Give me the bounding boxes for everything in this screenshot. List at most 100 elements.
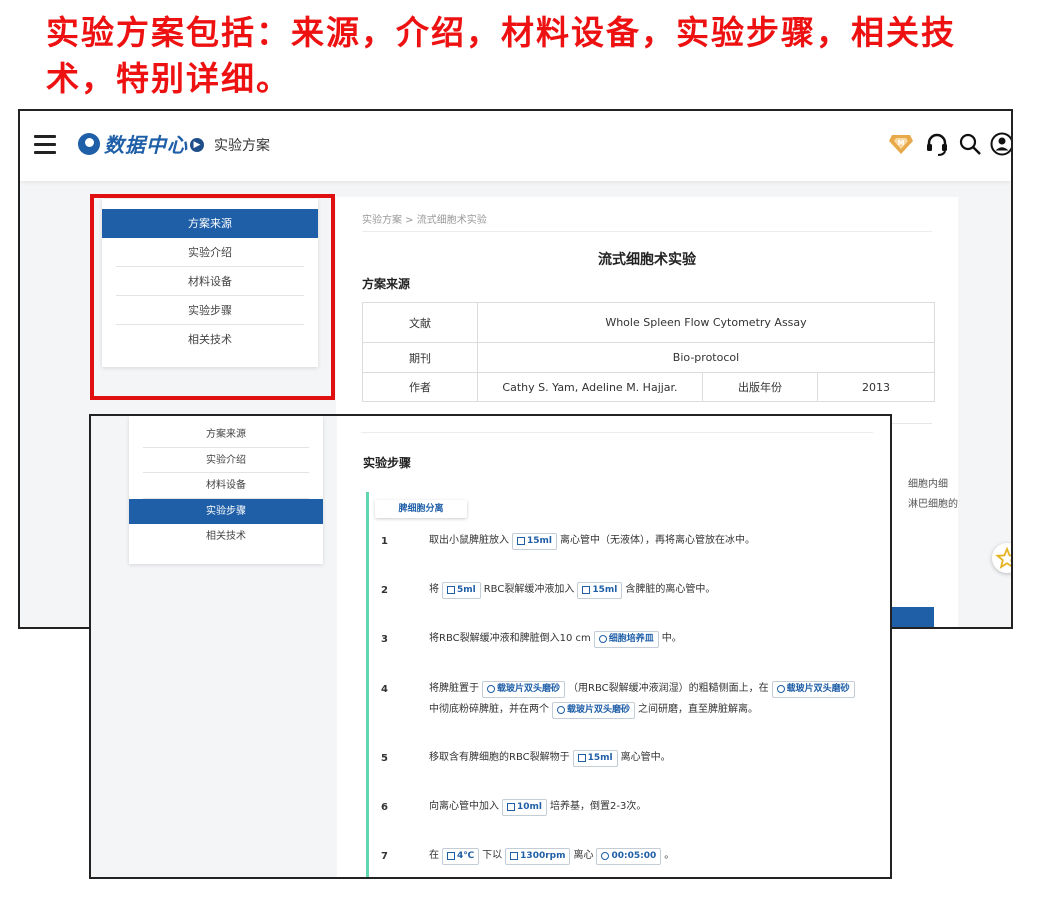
faded-text: 细胞内细 [908, 479, 948, 490]
screenshot-steps-page: 方案来源 实验介绍 材料设备 实验步骤 相关技术 实验步骤 脾细胞分离 1 取出… [89, 414, 892, 879]
slide-icon [557, 706, 565, 714]
equipment-chip[interactable]: 载玻片双头磨砂 [482, 680, 566, 698]
favorite-star-button[interactable] [992, 543, 1011, 573]
breadcrumb[interactable]: 实验方案 > 流式细胞术实验 [362, 211, 487, 226]
chip-label: 4℃ [457, 850, 475, 861]
top-navbar: 数据中心 ▶ 实验方案 M [20, 111, 1011, 181]
chip-label: 15ml [527, 535, 552, 546]
nav-breadcrumb[interactable]: 实验方案 [214, 135, 270, 155]
chip-label: 5ml [457, 584, 476, 595]
arrow-right-icon: ▶ [190, 138, 204, 152]
step-group-tag[interactable]: 脾细胞分离 [375, 500, 467, 518]
chip-label: 1300rpm [520, 850, 566, 861]
centrifuge-icon [510, 852, 519, 860]
equipment-chip[interactable]: 载玻片双头磨砂 [771, 680, 855, 698]
step-text: 下以 [482, 850, 503, 861]
sidebar-nav: 方案来源 实验介绍 材料设备 实验步骤 相关技术 [129, 416, 323, 564]
search-icon[interactable] [958, 132, 982, 156]
step-text: 中彻底粉碎脾脏，并在两个 [429, 704, 549, 715]
temperature-chip[interactable]: 4℃ [442, 847, 480, 865]
tube-icon [507, 803, 515, 811]
logo-icon [78, 133, 100, 155]
step-text: 在 [429, 850, 439, 861]
reagent-chip[interactable]: 15ml [512, 532, 557, 550]
user-account-icon[interactable] [990, 132, 1013, 156]
journal-label: 期刊 [362, 342, 478, 373]
speed-chip[interactable]: 1300rpm [505, 847, 571, 865]
star-icon [995, 546, 1011, 569]
sidebar-item-steps[interactable]: 实验步骤 [129, 498, 323, 525]
step-text: 取出小鼠脾脏放入 [429, 535, 509, 546]
step-text: （用RBC裂解缓冲液润湿）的粗糙侧面上，在 [568, 683, 769, 694]
chip-label: 载玻片双头磨砂 [567, 704, 631, 715]
step-number: 2 [381, 585, 388, 596]
literature-label: 文献 [362, 302, 478, 343]
literature-link[interactable]: Whole Spleen Flow Cytometry Assay [477, 302, 935, 343]
sidebar-item-related[interactable]: 相关技术 [143, 524, 309, 550]
journal-value: Bio-protocol [477, 342, 935, 373]
step-text: 向离心管中加入 [429, 801, 499, 812]
source-table: 文献 Whole Spleen Flow Cytometry Assay 期刊 … [362, 302, 935, 402]
main-content: 实验步骤 脾细胞分离 1 取出小鼠脾脏放入 15ml 离心管中（无液体），再将离心管… [337, 416, 890, 877]
sidebar-item-intro[interactable]: 实验介绍 [143, 448, 309, 474]
step-text: 之间研磨，直至脾脏解离。 [638, 704, 759, 715]
step-text: 。 [664, 850, 675, 861]
faded-text: 淋巴细胞的 [908, 499, 958, 510]
step-text: 移取含有脾细胞的RBC裂解物于 [429, 752, 570, 763]
divider [361, 432, 873, 433]
step-text: 离心管中。 [620, 752, 671, 763]
sidebar-item-materials[interactable]: 材料设备 [143, 473, 309, 499]
thermometer-icon [447, 852, 455, 860]
divider [362, 231, 932, 232]
slide-icon [776, 685, 785, 693]
tube-icon [582, 586, 591, 594]
timer-chip[interactable]: 00:05:00 [596, 847, 662, 865]
tube-icon [517, 537, 525, 545]
step-number: 6 [381, 802, 388, 813]
reagent-chip[interactable]: 5ml [442, 581, 481, 599]
section-title-steps: 实验步骤 [363, 456, 412, 470]
step-text: RBC裂解缓冲液加入 [483, 584, 575, 595]
menu-icon[interactable] [34, 135, 56, 154]
equipment-chip[interactable]: 载玻片双头磨砂 [552, 701, 636, 719]
step-text: 将脾脏置于 [429, 683, 479, 694]
chip-label: 载玻片双头磨砂 [497, 683, 561, 694]
headset-icon[interactable] [924, 131, 950, 157]
chip-label: 10ml [517, 801, 542, 812]
chip-label: 载玻片双头磨砂 [786, 683, 850, 694]
step-number: 7 [381, 851, 388, 862]
reagent-chip[interactable]: 10ml [502, 798, 547, 816]
chip-label: 细胞培养皿 [608, 633, 654, 644]
author-label: 作者 [362, 372, 478, 402]
annotation-headline: 实验方案包括：来源，介绍，材料设备，实验步骤，相关技术，特别详细。 [46, 13, 956, 98]
reagent-chip[interactable]: 15ml [577, 581, 623, 599]
section-title-source: 方案来源 [362, 277, 411, 291]
step-text: 将RBC裂解缓冲液和脾脏倒入10 cm [429, 633, 591, 644]
step-number: 3 [381, 634, 388, 645]
chip-label: 15ml [592, 584, 618, 595]
highlight-box [90, 194, 335, 400]
step-text: 含脾脏的离心管中。 [625, 584, 716, 595]
step-number: 1 [381, 536, 388, 547]
step-text: 离心管中（无液体），再将离心管放在冰中。 [560, 535, 755, 546]
step-number: 4 [381, 684, 388, 695]
dish-icon [598, 635, 607, 643]
tube-icon [447, 586, 455, 594]
reagent-chip[interactable]: 15ml [572, 749, 618, 767]
sidebar-item-source[interactable]: 方案来源 [143, 422, 309, 448]
tube-icon [577, 754, 586, 762]
equipment-chip[interactable]: 细胞培养皿 [593, 630, 659, 648]
year-value: 2013 [817, 372, 935, 402]
page-title: 流式细胞术实验 [598, 252, 696, 268]
step-text: 将 [429, 584, 439, 595]
step-text: 中。 [661, 633, 682, 644]
clock-icon [601, 852, 610, 860]
vip-diamond-icon[interactable]: M [888, 133, 914, 155]
logo-text[interactable]: 数据中心 [104, 129, 188, 158]
step-text: 培养基，倒置2-3次。 [550, 801, 647, 812]
chip-label: 15ml [587, 752, 613, 763]
chip-label: 00:05:00 [611, 850, 657, 861]
step-text: 离心 [573, 850, 594, 861]
author-value: Cathy S. Yam, Adeline M. Hajjar. [477, 372, 703, 402]
step-number: 5 [381, 753, 388, 764]
